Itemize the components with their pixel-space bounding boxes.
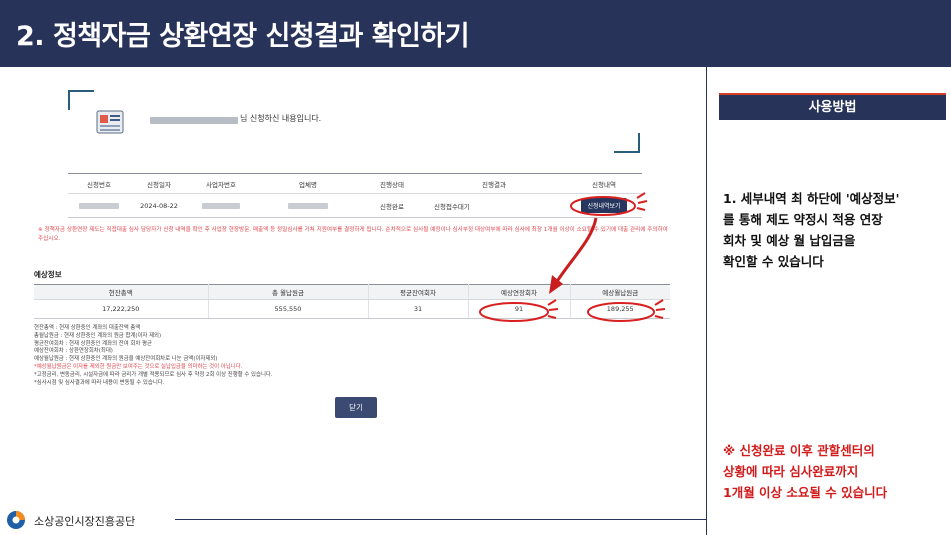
result-screenshot: 님 신청하신 내용입니다. 신청번호 신청일자 사업자번호 업체명 진행상태 진… [30,76,674,506]
legend-line: 총월납원금 : 현재 상환중인 계좌의 원금 합계(이자 제외) [34,332,162,339]
masked-company-name [288,202,328,209]
bracket-top-left [68,90,94,110]
company-name-cell [254,193,362,218]
estimate-title: 예상정보 [34,270,62,279]
column-header: 예상연장회차 [468,284,571,300]
document-icon [96,110,124,134]
column-header: 현잔총액 [34,284,209,300]
column-header: 예상월납원금 [570,284,670,300]
column-header: 신청내역 [566,173,642,194]
processing-note: ※ 신청완료 이후 관할센터의 상황에 따라 심사완료까지 1개월 이상 소요될… [723,443,888,500]
column-header: 진행결과 [422,173,566,194]
table-header-row: 현잔총액 총 월납원금 평균잔여회차 예상연장회차 예상월납원금 [34,284,670,300]
monthly-principal-cell: 555,550 [208,299,369,319]
total-balance-cell: 17,222,250 [34,299,209,319]
masked-application-number [79,202,119,209]
legend-line-warning: *예상월납원금은 이자를 제외한 원금만 보여주는 것으로 실납입금을 의미하는… [34,363,243,370]
table-row: 17,222,250 555,550 31 91 189,255 [34,299,670,319]
table-row: 2024-08-22 신청완료 신청접수대기 신청내역보기 [68,193,642,218]
step-instruction: 1. 세부내역 최 하단에 '예상정보' 를 통해 제도 약정시 적용 연장 회… [723,191,900,269]
column-header: 평균잔여회차 [368,284,469,300]
legend-line: *고정금리, 변동금리, 시설자금에 따라 금리가 개별 적용되므로 심사 후 … [34,371,273,378]
column-header: 신청번호 [68,173,130,194]
slide-header: 2. 정책자금 상환연장 신청결과 확인하기 [0,0,951,67]
masked-business-number [202,202,240,209]
legend-line: 현잔총액 : 현재 상환중인 계좌의 대출잔액 총액 [34,325,141,331]
column-header: 신청일자 [130,173,188,194]
status-cell: 신청완료 [362,193,422,218]
footer-org-name: 소상공인시장진흥공단 [34,515,136,528]
legend-line: 평균잔여회차 : 현재 상환중인 계좌의 잔여 회차 평균 [34,340,152,347]
application-result-table: 신청번호 신청일자 사업자번호 업체명 진행상태 진행결과 신청내역 2024-… [68,173,642,218]
result-cell: 신청접수대기 [422,193,566,218]
info-box: 님 신청하신 내용입니다. [68,90,640,153]
estimate-legend: 현잔총액 : 현재 상환중인 계좌의 대출잔액 총액 총월납원금 : 현재 상환… [34,325,654,387]
application-date-cell: 2024-08-22 [130,193,188,218]
business-number-cell [188,193,254,218]
estimate-table: 현잔총액 총 월납원금 평균잔여회차 예상연장회차 예상월납원금 17,222,… [34,284,670,319]
legend-line: 예상월납원금 : 현재 상환중인 계좌의 원금을 예상잔여회차로 나눈 금액(이… [34,356,218,363]
column-header: 업체명 [254,173,362,194]
view-detail-button[interactable]: 신청내역보기 [581,198,627,213]
avg-remaining-cell: 31 [368,299,469,319]
slide-title: 2. 정책자금 상환연장 신청결과 확인하기 [16,21,470,52]
masked-name [150,117,238,124]
close-button[interactable]: 닫기 [335,397,377,418]
how-to-use-bar: 사용방법 [719,93,946,120]
notice-text: ※ 정책자금 상환연장 제도는 직접대출 심사 담당자가 신청 내역을 확인 후… [38,227,668,242]
column-header: 총 월납원금 [208,284,369,300]
expected-monthly-cell: 189,255 [570,299,670,319]
table-header-row: 신청번호 신청일자 사업자번호 업체명 진행상태 진행결과 신청내역 [68,173,642,194]
column-header: 사업자번호 [188,173,254,194]
bracket-bottom-right [614,133,640,153]
application-number-cell [68,193,130,218]
column-header: 진행상태 [362,173,422,194]
expected-extension-cell: 91 [468,299,571,319]
footer-line [175,519,706,520]
org-logo-icon [7,511,25,529]
vertical-divider [706,67,707,535]
detail-cell: 신청내역보기 [566,193,642,218]
legend-line: *심사시점 및 심사결과에 따라 내용이 변동될 수 있습니다. [34,379,165,386]
slide: 2. 정책자금 상환연장 신청결과 확인하기 님 신청하신 내용입니다. 신청번… [0,0,951,535]
info-message: 님 신청하신 내용입니다. [240,114,322,123]
how-to-use-title: 사용방법 [808,100,857,115]
